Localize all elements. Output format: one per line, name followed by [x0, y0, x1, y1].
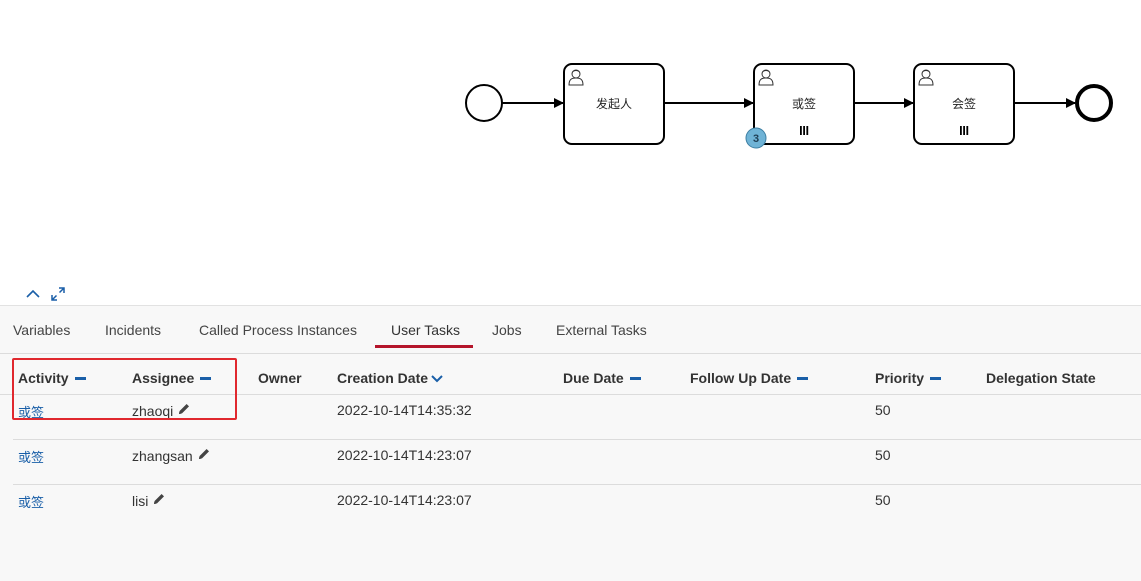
column-header-label: Follow Up Date: [690, 370, 792, 386]
column-header-priority: Priority: [875, 370, 942, 386]
sort-icon[interactable]: [930, 377, 942, 380]
task-label: 或签: [792, 96, 816, 111]
header-divider: [0, 394, 1141, 395]
row-divider: [13, 439, 1141, 440]
row-divider: [13, 484, 1141, 485]
column-header-label: Priority: [875, 370, 925, 386]
pencil-icon[interactable]: [177, 402, 191, 419]
task-or-sign[interactable]: 或签: [753, 63, 855, 145]
task-label: 发起人: [596, 96, 632, 111]
pencil-icon[interactable]: [197, 447, 211, 464]
assignee-name: zhangsan: [132, 447, 193, 464]
column-header-delegation-state: Delegation State: [986, 370, 1096, 386]
tab-variables[interactable]: Variables: [13, 322, 70, 338]
sort-icon[interactable]: [200, 377, 212, 380]
column-header-assignee: Assignee: [132, 370, 212, 386]
activity-link[interactable]: 或签: [18, 492, 44, 511]
task-initiator[interactable]: 发起人: [563, 63, 665, 145]
tab-jobs[interactable]: Jobs: [492, 322, 522, 338]
user-tasks-table: Activity Assignee Owner Creation Date Du…: [0, 354, 1141, 581]
tab-bar: Variables Incidents Called Process Insta…: [0, 306, 1141, 354]
expand-icon: [51, 287, 65, 301]
assignee-name: lisi: [132, 492, 149, 509]
tab-called-process-instances[interactable]: Called Process Instances: [199, 322, 357, 338]
column-header-owner: Owner: [258, 370, 302, 386]
sort-icon[interactable]: [797, 377, 809, 380]
tab-external-tasks[interactable]: External Tasks: [556, 322, 647, 338]
process-instance-panel: Variables Incidents Called Process Insta…: [0, 305, 1141, 581]
activity-link[interactable]: 或签: [18, 447, 44, 466]
sort-icon[interactable]: [629, 377, 641, 380]
chevron-up-icon: [26, 289, 40, 298]
expand-panel-button[interactable]: [49, 285, 67, 303]
column-header-label: Due Date: [563, 370, 624, 386]
column-header-label: Creation Date: [337, 370, 429, 386]
active-tab-indicator: [375, 345, 473, 348]
badge-count: 3: [753, 133, 759, 145]
column-header-label: Assignee: [132, 370, 195, 386]
collapse-panel-button[interactable]: [24, 285, 42, 303]
assignee-cell: lisi: [132, 492, 166, 509]
chevron-down-icon[interactable]: [431, 370, 443, 386]
column-header-creation-date: Creation Date: [337, 370, 443, 386]
column-header-follow-up-date: Follow Up Date: [690, 370, 809, 386]
assignee-cell: zhaoqi: [132, 402, 191, 419]
priority-cell: 50: [875, 402, 891, 418]
bpmn-diagram: 发起人 或签 3 会签: [0, 0, 1141, 305]
task-label: 会签: [952, 96, 976, 111]
sort-icon[interactable]: [74, 377, 86, 380]
priority-cell: 50: [875, 447, 891, 463]
parallel-multi-instance-icon: [800, 126, 809, 135]
end-event[interactable]: [1075, 84, 1113, 122]
parallel-multi-instance-icon: [960, 126, 969, 135]
assignee-name: zhaoqi: [132, 402, 174, 419]
assignee-cell: zhangsan: [132, 447, 211, 464]
pencil-icon[interactable]: [152, 492, 166, 509]
column-header-label: Delegation State: [986, 370, 1096, 386]
priority-cell: 50: [875, 492, 891, 508]
tab-user-tasks[interactable]: User Tasks: [391, 322, 460, 338]
column-header-activity: Activity: [18, 370, 86, 386]
activity-link[interactable]: 或签: [18, 402, 44, 421]
column-header-due-date: Due Date: [563, 370, 641, 386]
task-countersign[interactable]: 会签: [913, 63, 1015, 145]
creation-date-cell: 2022-10-14T14:23:07: [337, 492, 472, 508]
active-instances-badge[interactable]: 3: [745, 127, 767, 149]
column-header-label: Owner: [258, 370, 302, 386]
column-header-label: Activity: [18, 370, 69, 386]
diagram-canvas: 发起人 或签 3 会签: [465, 63, 1113, 149]
creation-date-cell: 2022-10-14T14:23:07: [337, 447, 472, 463]
tab-incidents[interactable]: Incidents: [105, 322, 161, 338]
start-event[interactable]: [465, 84, 503, 122]
creation-date-cell: 2022-10-14T14:35:32: [337, 402, 472, 418]
